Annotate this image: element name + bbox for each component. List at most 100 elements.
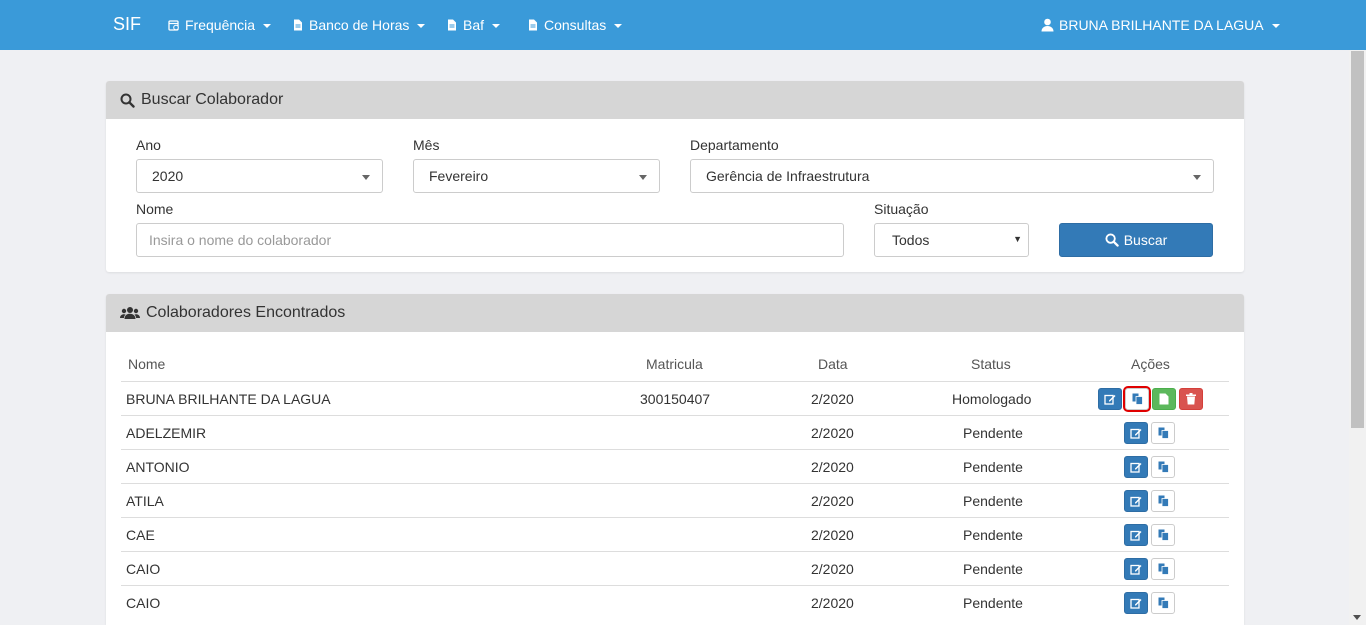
nav-frequencia[interactable]: Frequência: [168, 17, 272, 33]
copy-icon: [1158, 495, 1169, 507]
edit-button[interactable]: [1098, 388, 1122, 410]
edit-button[interactable]: [1124, 558, 1148, 580]
row-status: Pendente: [963, 561, 1023, 577]
chevron-down-icon: [492, 24, 501, 28]
search-panel-header: Buscar Colaborador: [106, 81, 1244, 119]
copy-icon: [1158, 529, 1169, 541]
chevron-down-icon: [263, 24, 272, 28]
page-scrollbar[interactable]: [1349, 50, 1366, 625]
document-icon: [529, 19, 537, 31]
column-header-matricula: Matricula: [646, 356, 703, 372]
delete-button[interactable]: [1179, 388, 1203, 410]
row-status: Pendente: [963, 425, 1023, 441]
table-row: CAIO 2/2020 Pendente: [121, 551, 1229, 585]
copy-button[interactable]: [1151, 592, 1175, 614]
scrollbar-thumb[interactable]: [1351, 51, 1364, 428]
nav-banco-de-horas-label: Banco de Horas: [309, 17, 410, 33]
edit-button[interactable]: [1124, 524, 1148, 546]
buscar-button[interactable]: Buscar: [1059, 223, 1213, 257]
results-panel-title: Colaboradores Encontrados: [146, 304, 346, 321]
nav-banco-de-horas[interactable]: Banco de Horas: [292, 17, 426, 33]
row-data: 2/2020: [811, 595, 854, 611]
copy-button[interactable]: [1151, 524, 1175, 546]
row-nome: CAIO: [126, 595, 161, 611]
row-status: Pendente: [963, 493, 1023, 509]
mes-label: Mês: [413, 137, 440, 153]
search-icon: [120, 93, 135, 108]
departamento-select-value: Gerência de Infraestrutura: [706, 168, 870, 184]
table-row: CAIO 2/2020 Pendente: [121, 585, 1229, 619]
edit-icon: [1130, 564, 1142, 575]
row-data: 2/2020: [811, 527, 854, 543]
edit-icon: [1130, 530, 1142, 541]
mes-select[interactable]: Fevereiro: [413, 159, 660, 193]
users-icon: [120, 307, 140, 319]
chevron-down-icon: [1193, 175, 1201, 180]
nome-input[interactable]: Insira o nome do colaborador: [136, 223, 844, 257]
column-header-acoes: Ações: [1131, 356, 1170, 372]
edit-icon: [1130, 598, 1142, 609]
edit-icon: [1130, 496, 1142, 507]
nav-user-menu[interactable]: BRUNA BRILHANTE DA LAGUA: [1041, 17, 1280, 33]
row-status: Pendente: [963, 459, 1023, 475]
results-panel: Colaboradores Encontrados Nome Matricula…: [106, 294, 1244, 625]
chevron-down-icon: [362, 175, 370, 180]
brand-logo[interactable]: SIF: [113, 14, 141, 35]
row-data: 2/2020: [811, 391, 854, 407]
copy-icon: [1158, 461, 1169, 473]
table-row: ATILA 2/2020 Pendente: [121, 483, 1229, 517]
nav-baf-label: Baf: [463, 17, 485, 33]
edit-icon: [1130, 462, 1142, 473]
row-data: 2/2020: [811, 459, 854, 475]
departamento-label: Departamento: [690, 137, 779, 153]
chevron-down-icon: ▼: [1013, 234, 1022, 244]
row-nome: BRUNA BRILHANTE DA LAGUA: [126, 391, 331, 407]
ano-label: Ano: [136, 137, 161, 153]
file-icon: [1159, 393, 1169, 405]
nav-baf[interactable]: Baf: [446, 17, 501, 33]
table-row: CAE 2/2020 Pendente: [121, 517, 1229, 551]
document-button[interactable]: [1152, 388, 1176, 410]
column-header-nome: Nome: [128, 356, 166, 372]
user-icon: [1041, 18, 1054, 32]
chevron-down-icon: [614, 24, 623, 28]
row-nome: ATILA: [126, 493, 164, 509]
copy-button[interactable]: [1151, 490, 1175, 512]
row-status: Homologado: [952, 391, 1032, 407]
edit-button[interactable]: [1124, 490, 1148, 512]
row-matricula: 300150407: [640, 391, 711, 407]
situacao-select-value: Todos: [892, 232, 930, 248]
situacao-label: Situação: [874, 201, 929, 217]
document-icon: [294, 19, 302, 31]
mes-select-value: Fevereiro: [429, 168, 489, 184]
copy-icon: [1158, 427, 1169, 439]
search-panel-title: Buscar Colaborador: [141, 91, 284, 108]
row-nome: ADELZEMIR: [126, 425, 207, 441]
departamento-select[interactable]: Gerência de Infraestrutura: [690, 159, 1214, 193]
scroll-down-arrow-icon[interactable]: [1353, 615, 1361, 620]
copy-button[interactable]: [1151, 456, 1175, 478]
copy-icon: [1158, 563, 1169, 575]
table-row: BRUNA BRILHANTE DA LAGUA 300150407 2/202…: [121, 381, 1229, 415]
row-status: Pendente: [963, 595, 1023, 611]
row-data: 2/2020: [811, 561, 854, 577]
document-icon: [448, 19, 456, 31]
row-data: 2/2020: [811, 425, 854, 441]
edit-button[interactable]: [1124, 456, 1148, 478]
edit-button[interactable]: [1124, 422, 1148, 444]
edit-icon: [1130, 428, 1142, 439]
ano-select[interactable]: 2020: [136, 159, 383, 193]
row-status: Pendente: [963, 527, 1023, 543]
copy-button[interactable]: [1151, 558, 1175, 580]
copy-button[interactable]: [1123, 386, 1151, 412]
row-nome: CAIO: [126, 561, 161, 577]
edit-icon: [1104, 394, 1116, 405]
copy-icon: [1132, 393, 1143, 405]
search-panel: Buscar Colaborador Ano 2020 Mês Fevereir…: [106, 81, 1244, 272]
chevron-down-icon: [639, 175, 647, 180]
situacao-select[interactable]: Todos ▼: [874, 223, 1029, 257]
edit-button[interactable]: [1124, 592, 1148, 614]
copy-button[interactable]: [1151, 422, 1175, 444]
nav-consultas[interactable]: Consultas: [527, 17, 623, 33]
nome-input-placeholder: Insira o nome do colaborador: [149, 232, 332, 248]
